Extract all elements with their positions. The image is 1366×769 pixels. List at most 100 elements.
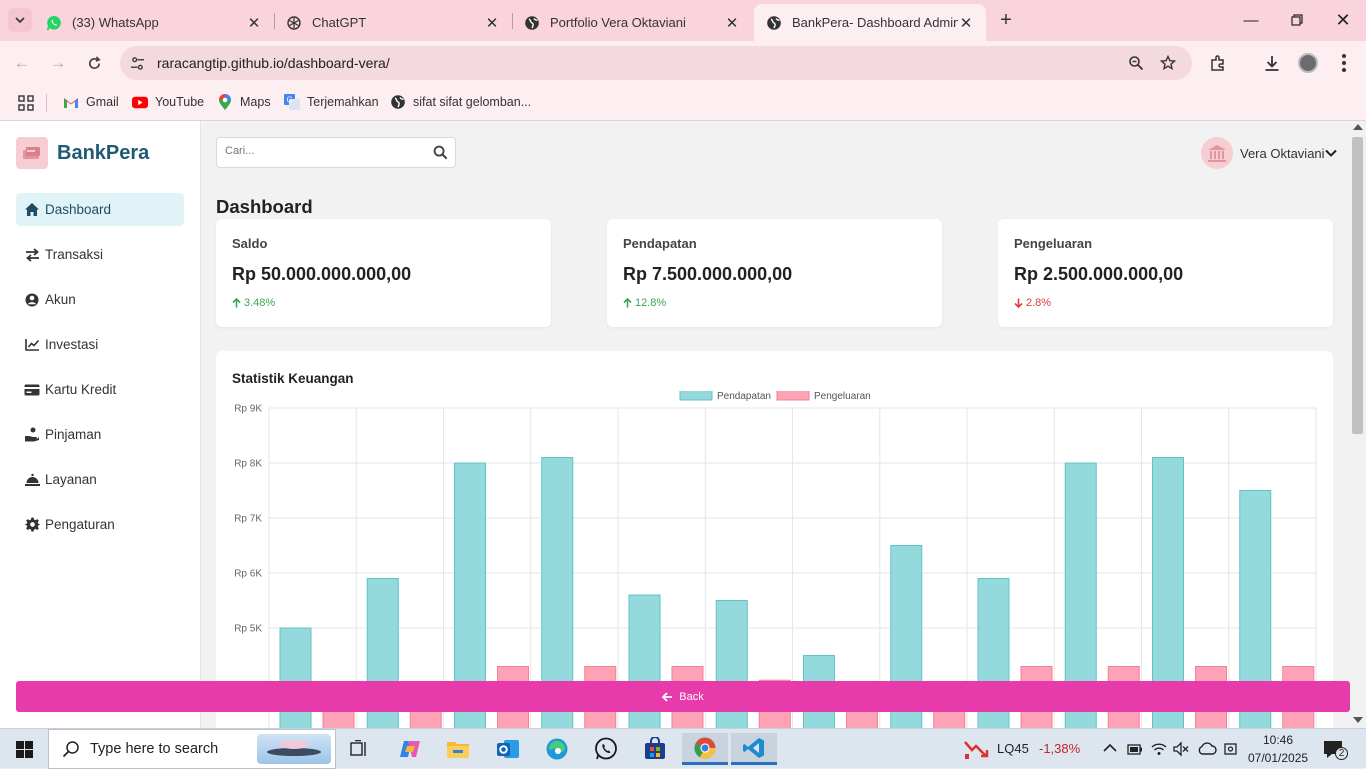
stock-change[interactable]: -1,38% xyxy=(1039,741,1080,756)
scroll-down-arrow[interactable] xyxy=(1353,717,1363,723)
expense-bar xyxy=(846,710,878,728)
extensions-icon[interactable] xyxy=(1209,54,1227,72)
bookmark-item[interactable]: Gmail xyxy=(63,92,119,112)
minimize-button[interactable]: — xyxy=(1228,0,1274,40)
sidebar-item-label: Akun xyxy=(45,292,76,307)
tab-title: Portfolio Vera Oktaviani xyxy=(550,15,686,30)
taskbar-store[interactable] xyxy=(632,733,678,765)
card-change-value: 12.8% xyxy=(635,297,667,309)
zoom-icon[interactable] xyxy=(1128,55,1144,71)
close-tab-icon[interactable]: ✕ xyxy=(484,14,500,32)
browser-tab[interactable]: (33) WhatsApp ✕ xyxy=(34,4,274,41)
line-chart-icon xyxy=(24,337,40,353)
bookmark-item[interactable]: sifat sifat gelomban... xyxy=(390,92,531,112)
sidebar-item-akun[interactable]: Akun xyxy=(16,283,184,316)
search-input[interactable] xyxy=(225,145,415,157)
browser-tab[interactable]: BankPera- Dashboard Admin Ba✕ xyxy=(754,4,986,41)
stock-ticker[interactable]: LQ45 xyxy=(997,741,1029,756)
arrow-up-icon xyxy=(623,298,632,308)
bookmark-star-icon[interactable] xyxy=(1160,55,1176,71)
bookmark-item[interactable]: YouTube xyxy=(132,92,204,112)
tab-title: (33) WhatsApp xyxy=(72,15,159,30)
scrollbar-thumb[interactable] xyxy=(1352,137,1363,434)
edge-icon xyxy=(546,738,568,760)
reload-button[interactable] xyxy=(82,51,106,75)
browser-menu-button[interactable] xyxy=(1334,52,1354,74)
browser-tab[interactable]: Portfolio Vera Oktaviani ✕ xyxy=(512,4,752,41)
bookmark-label: Terjemahkan xyxy=(307,95,379,109)
sidebar-item-investasi[interactable]: Investasi xyxy=(16,328,184,361)
close-tab-icon[interactable]: ✕ xyxy=(724,14,740,32)
sidebar-item-kartu-kredit[interactable]: Kartu Kredit xyxy=(16,373,184,406)
user-icon xyxy=(24,292,40,308)
legend-swatch xyxy=(776,391,810,401)
close-tab-icon[interactable]: ✕ xyxy=(246,14,262,32)
taskbar-chrome[interactable] xyxy=(682,733,728,765)
chevron-up-icon[interactable] xyxy=(1103,743,1117,753)
page-title: Dashboard xyxy=(216,196,313,217)
brand-name: BankPera xyxy=(57,141,150,164)
y-tick-label: Rp 8K xyxy=(234,459,262,470)
close-window-button[interactable]: ✕ xyxy=(1320,0,1366,40)
restore-icon xyxy=(1291,14,1303,26)
profile-avatar[interactable] xyxy=(1298,53,1318,73)
taskbar-search-box[interactable]: Type here to search xyxy=(48,729,336,769)
chatgpt-icon xyxy=(286,15,302,31)
back-nav-button[interactable]: ← xyxy=(10,51,34,75)
chevron-down-icon xyxy=(15,17,25,24)
taskbar-copilot[interactable] xyxy=(387,733,433,765)
new-tab-button[interactable]: + xyxy=(994,8,1018,32)
sidebar-item-dashboard[interactable]: Dashboard xyxy=(16,193,184,226)
bookmark-label: sifat sifat gelomban... xyxy=(413,95,532,109)
back-label: Back xyxy=(679,690,704,703)
bookmark-item[interactable]: G Terjemahkan xyxy=(284,92,379,112)
forward-nav-button[interactable]: → xyxy=(46,51,70,75)
back-button[interactable]: Back xyxy=(16,681,1350,712)
clock-time[interactable]: 10:46 xyxy=(1263,733,1293,747)
tab-search-button[interactable] xyxy=(8,8,32,32)
start-button[interactable] xyxy=(0,729,48,769)
sidebar-item-pinjaman[interactable]: Pinjaman xyxy=(16,418,184,451)
sidebar-item-pengaturan[interactable]: Pengaturan xyxy=(16,508,184,541)
clock-date[interactable]: 07/01/2025 xyxy=(1248,751,1308,765)
service-bell-icon xyxy=(24,472,40,488)
taskbar-whatsapp[interactable] xyxy=(583,733,629,765)
taskbar-edge[interactable] xyxy=(534,733,580,765)
url-text[interactable]: raracangtip.github.io/dashboard-vera/ xyxy=(157,55,390,71)
address-bar[interactable]: raracangtip.github.io/dashboard-vera/ xyxy=(120,46,1192,80)
download-icon[interactable] xyxy=(1263,54,1281,72)
arrow-down-icon xyxy=(1014,298,1023,308)
search-box[interactable] xyxy=(216,137,456,168)
task-view-button[interactable] xyxy=(336,733,382,765)
volume-muted-icon[interactable] xyxy=(1173,741,1189,757)
user-menu[interactable]: Vera Oktaviani xyxy=(1201,137,1337,169)
apps-grid-icon[interactable] xyxy=(18,95,34,111)
sidebar-item-transaksi[interactable]: Transaksi xyxy=(16,238,184,271)
scroll-up-arrow[interactable] xyxy=(1353,124,1363,130)
taskbar-outlook[interactable] xyxy=(485,733,531,765)
stat-card-saldo: Saldo Rp 50.000.000.000,00 3.48% xyxy=(216,219,551,327)
browser-tab[interactable]: ChatGPT ✕ xyxy=(274,4,512,41)
search-icon[interactable] xyxy=(433,145,448,160)
y-tick-label: Rp 7K xyxy=(234,514,262,525)
brand-logo[interactable]: BankPera xyxy=(16,137,149,169)
card-value: Rp 50.000.000.000,00 xyxy=(232,264,412,284)
close-tab-icon[interactable]: ✕ xyxy=(958,14,974,32)
meet-now-icon[interactable] xyxy=(1223,741,1239,757)
windows-logo-icon xyxy=(15,740,33,758)
restore-button[interactable] xyxy=(1274,0,1320,40)
search-highlight-image xyxy=(257,734,331,764)
battery-icon[interactable] xyxy=(1127,741,1143,757)
cloud-icon[interactable] xyxy=(1197,741,1217,757)
taskbar-vscode[interactable] xyxy=(731,733,777,765)
taskbar-file-explorer[interactable] xyxy=(435,733,481,765)
card-change-value: 3.48% xyxy=(244,297,276,309)
sidebar-item-label: Investasi xyxy=(45,337,99,352)
site-info-icon xyxy=(130,57,145,70)
sidebar-item-label: Dashboard xyxy=(45,202,112,217)
bookmark-item[interactable]: Maps xyxy=(217,92,271,112)
sidebar-item-layanan[interactable]: Layanan xyxy=(16,463,184,496)
browser-toolbar: ← → raracangtip.github.io/dashboard-vera… xyxy=(0,41,1366,85)
wifi-icon[interactable] xyxy=(1151,741,1167,757)
notification-button[interactable]: 2 xyxy=(1322,739,1348,761)
